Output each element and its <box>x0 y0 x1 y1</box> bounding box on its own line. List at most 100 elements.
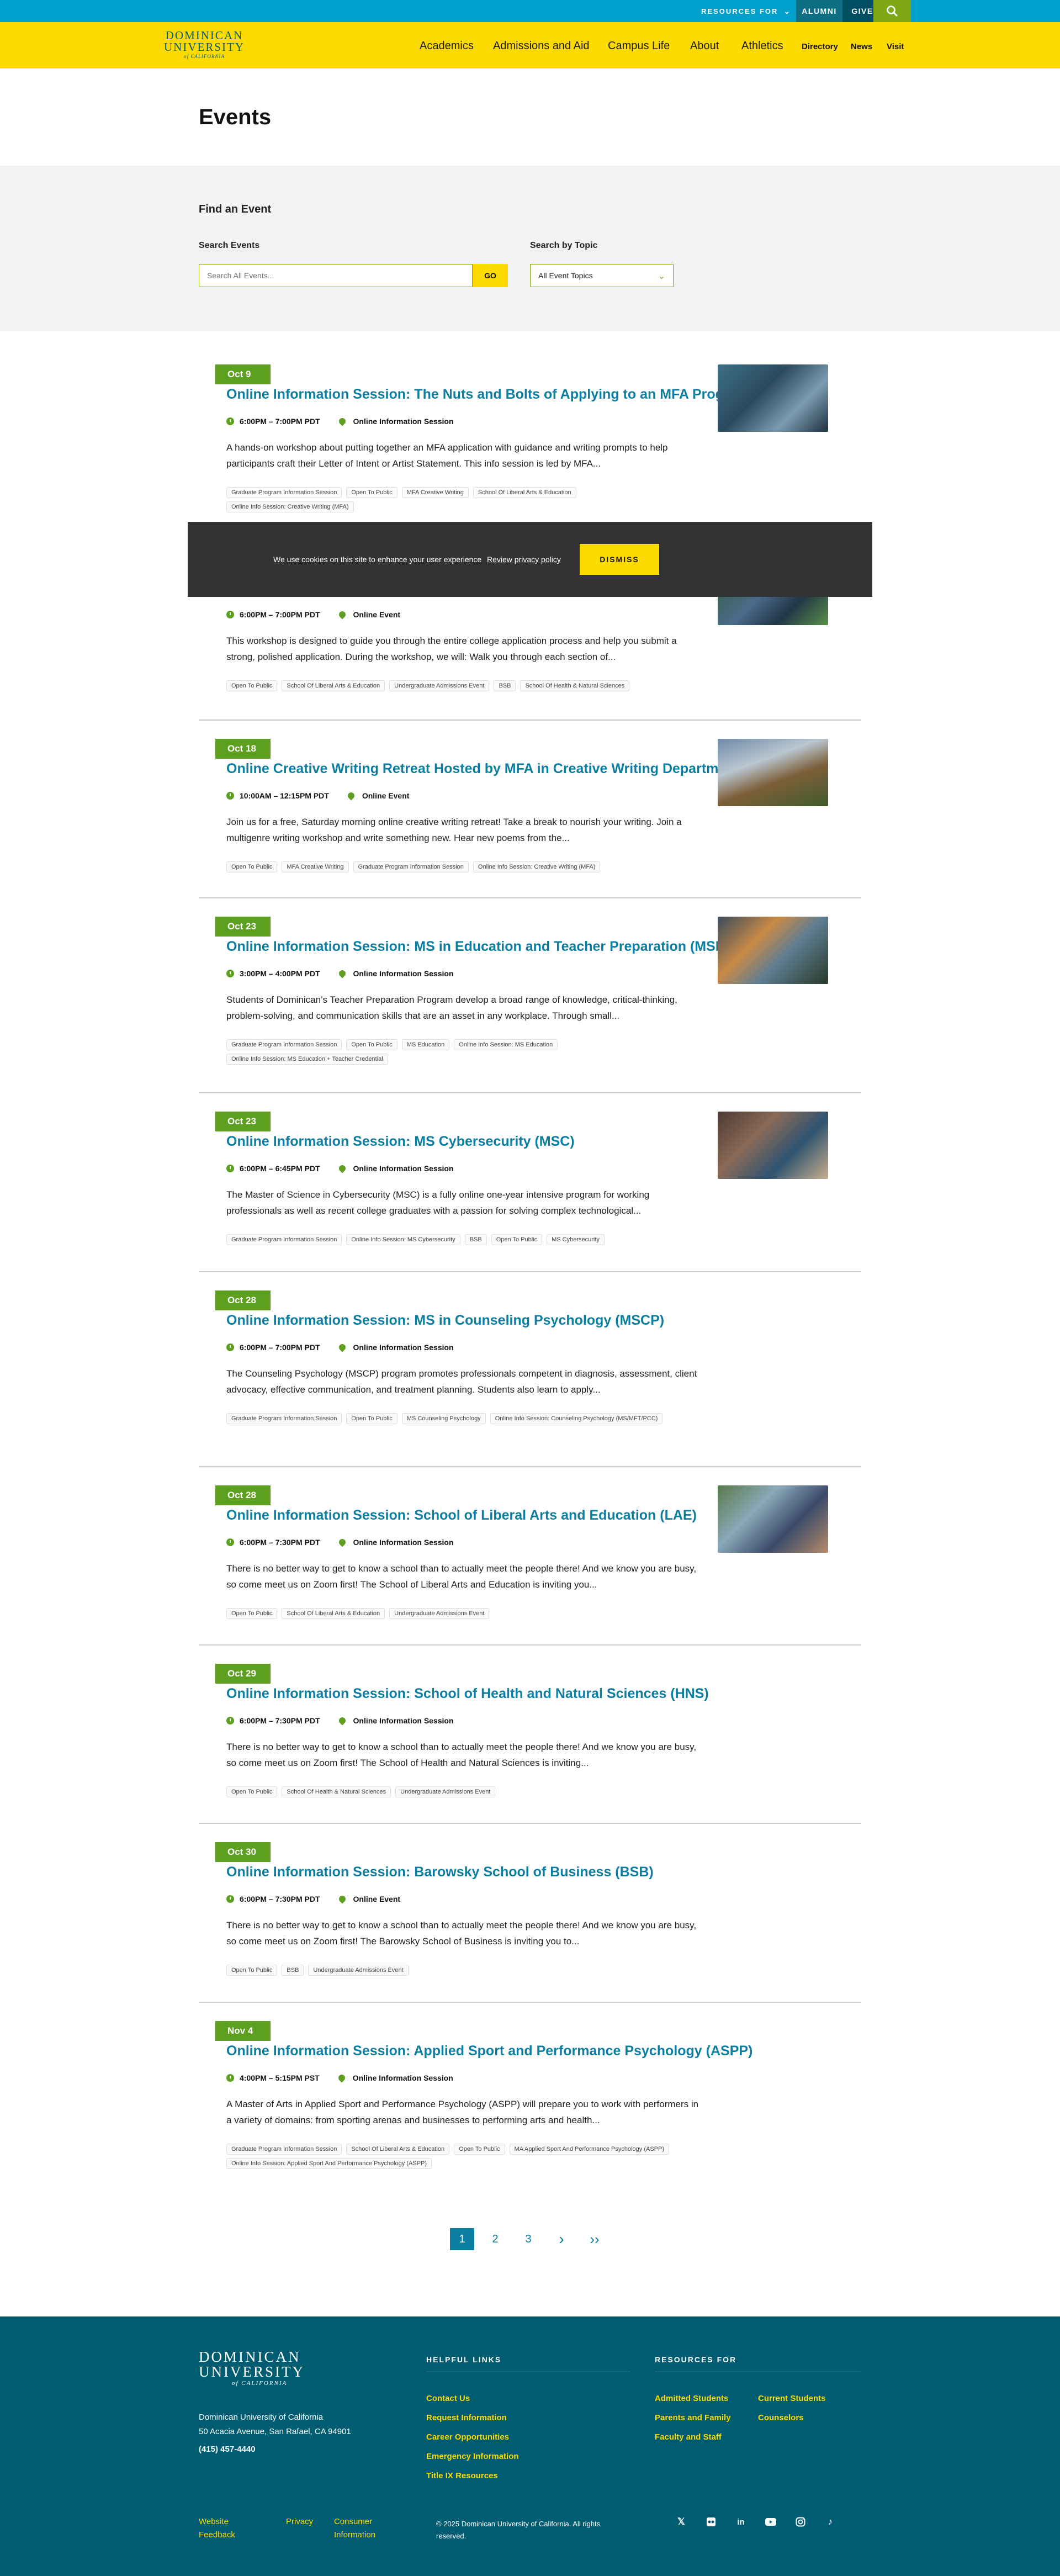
go-button[interactable]: GO <box>473 264 508 287</box>
nav-directory[interactable]: Directory <box>802 42 838 51</box>
event-tag[interactable]: Undergraduate Admissions Event <box>395 1786 496 1797</box>
event-tag[interactable]: Online Info Session: MS Cybersecurity <box>346 1234 460 1245</box>
last-page-link[interactable]: ›› <box>582 2228 607 2250</box>
flickr-icon[interactable] <box>704 2515 718 2529</box>
page-3-link[interactable]: 3 <box>516 2228 540 2250</box>
event-tag[interactable]: School Of Liberal Arts & Education <box>282 1608 385 1619</box>
dismiss-button[interactable]: DISMISS <box>580 544 659 575</box>
resources-for-dropdown[interactable]: RESOURCES FOR ⌄ <box>701 0 791 22</box>
event-tag[interactable]: Open To Public <box>346 1413 398 1424</box>
event-thumbnail-image[interactable] <box>718 1112 828 1179</box>
linkedin-icon[interactable]: in <box>734 2515 748 2529</box>
footer-phone[interactable]: (415) 457-4440 <box>199 2445 256 2454</box>
nav-athletics[interactable]: Athletics <box>741 40 783 52</box>
page-1-link[interactable]: 1 <box>450 2228 474 2250</box>
event-tag[interactable]: School Of Liberal Arts & Education <box>473 487 576 498</box>
event-tag[interactable]: Undergraduate Admissions Event <box>389 680 490 691</box>
event-title-link[interactable]: Online Information Session: The Nuts and… <box>226 387 749 403</box>
nav-admissions[interactable]: Admissions and Aid <box>493 40 590 52</box>
event-tag[interactable]: MS Cybersecurity <box>547 1234 605 1245</box>
alumni-link[interactable]: ALUMNI <box>796 0 842 22</box>
event-tag[interactable]: BSB <box>494 680 516 691</box>
contact-us-link[interactable]: Contact Us <box>426 2394 470 2403</box>
event-title-link[interactable]: Online Information Session: Applied Spor… <box>226 2043 752 2059</box>
event-tag[interactable]: Open To Public <box>226 1786 278 1797</box>
event-tag[interactable]: Open To Public <box>491 1234 543 1245</box>
nav-campus-life[interactable]: Campus Life <box>608 40 670 52</box>
nav-news[interactable]: News <box>851 42 872 51</box>
event-tag[interactable]: Online Info Session: MS Education + Teac… <box>226 1054 388 1065</box>
event-thumbnail-image[interactable] <box>718 917 828 984</box>
event-title-link[interactable]: Online Information Session: MS in Educat… <box>226 939 739 955</box>
nav-academics[interactable]: Academics <box>420 40 474 52</box>
event-tag[interactable]: Graduate Program Information Session <box>226 487 342 498</box>
event-tag[interactable]: Open To Public <box>226 1965 278 1976</box>
nav-visit[interactable]: Visit <box>887 42 904 51</box>
event-title-link[interactable]: Online Information Session: School of He… <box>226 1686 709 1702</box>
event-tag[interactable]: Graduate Program Information Session <box>226 1413 342 1424</box>
event-tag[interactable]: School Of Health & Natural Sciences <box>282 1786 391 1797</box>
event-tag[interactable]: Graduate Program Information Session <box>226 1234 342 1245</box>
event-tag[interactable]: BSB <box>282 1965 304 1976</box>
event-title-link[interactable]: Online Information Session: School of Li… <box>226 1507 697 1524</box>
faculty-staff-link[interactable]: Faculty and Staff <box>655 2432 722 2442</box>
event-tag[interactable]: Online Info Session: Applied Sport And P… <box>226 2158 432 2169</box>
event-title-link[interactable]: Online Information Session: MS in Counse… <box>226 1313 664 1329</box>
current-students-link[interactable]: Current Students <box>758 2394 826 2403</box>
consumer-information-link[interactable]: Consumer Information <box>334 2515 384 2542</box>
event-tag[interactable]: BSB <box>464 1234 487 1245</box>
search-button[interactable] <box>873 0 911 22</box>
event-tag[interactable]: Online Info Session: Counseling Psycholo… <box>490 1413 663 1424</box>
event-tag[interactable]: Open To Public <box>346 487 398 498</box>
event-tag[interactable]: Open To Public <box>226 680 278 691</box>
event-thumbnail-image[interactable] <box>718 739 828 806</box>
next-page-link[interactable]: › <box>549 2228 574 2250</box>
career-opportunities-link[interactable]: Career Opportunities <box>426 2432 509 2442</box>
event-tag[interactable]: School Of Liberal Arts & Education <box>282 680 385 691</box>
event-tag[interactable]: Online Info Session: Creative Writing (M… <box>226 501 354 512</box>
event-tag[interactable]: Graduate Program Information Session <box>226 2144 342 2155</box>
event-tag[interactable]: MA Applied Sport And Performance Psychol… <box>509 2144 670 2155</box>
youtube-icon[interactable] <box>764 2515 777 2529</box>
counselors-link[interactable]: Counselors <box>758 2413 804 2422</box>
event-tag[interactable]: Graduate Program Information Session <box>353 861 469 872</box>
privacy-link[interactable]: Privacy <box>286 2515 313 2529</box>
event-thumbnail-image[interactable] <box>718 1485 828 1553</box>
event-title-link[interactable]: Online Information Session: MS Cybersecu… <box>226 1134 575 1150</box>
website-feedback-link[interactable]: Website Feedback <box>199 2515 254 2542</box>
event-tag[interactable]: School Of Health & Natural Sciences <box>520 680 630 691</box>
topic-select[interactable]: All Event Topics ⌄ <box>530 264 674 287</box>
nav-about[interactable]: About <box>690 40 719 52</box>
event-title-link[interactable]: Online Creative Writing Retreat Hosted b… <box>226 761 739 777</box>
admitted-students-link[interactable]: Admitted Students <box>655 2394 728 2403</box>
university-logo[interactable]: DOMINICAN UNIVERSITY of CALIFORNIA <box>160 30 248 59</box>
event-tag[interactable]: MFA Creative Writing <box>401 487 469 498</box>
tiktok-icon[interactable]: ♪ <box>824 2515 837 2529</box>
emergency-information-link[interactable]: Emergency Information <box>426 2452 519 2461</box>
event-tag[interactable]: Undergraduate Admissions Event <box>308 1965 409 1976</box>
x-icon[interactable]: 𝕏 <box>675 2515 688 2529</box>
parents-family-link[interactable]: Parents and Family <box>655 2413 731 2422</box>
event-title-link[interactable]: Online Information Session: Barowsky Sch… <box>226 1864 654 1880</box>
event-tag[interactable]: Open To Public <box>346 1039 398 1050</box>
privacy-policy-link[interactable]: Review privacy policy <box>487 555 561 564</box>
search-events-input[interactable] <box>199 264 473 287</box>
event-tag[interactable]: Graduate Program Information Session <box>226 1039 342 1050</box>
logo-line-1: DOMINICAN <box>165 29 243 42</box>
event-tag[interactable]: School Of Liberal Arts & Education <box>346 2144 450 2155</box>
event-tag[interactable]: Online Info Session: MS Education <box>454 1039 558 1050</box>
event-tag[interactable]: Open To Public <box>226 861 278 872</box>
event-tag[interactable]: MFA Creative Writing <box>282 861 349 872</box>
footer-logo[interactable]: DOMINICAN UNIVERSITY of CALIFORNIA <box>199 2350 305 2387</box>
event-tag[interactable]: Undergraduate Admissions Event <box>389 1608 490 1619</box>
event-thumbnail-image[interactable] <box>718 364 828 432</box>
page-2-link[interactable]: 2 <box>483 2228 507 2250</box>
event-tag[interactable]: Open To Public <box>226 1608 278 1619</box>
instagram-icon[interactable] <box>794 2515 807 2529</box>
event-tag[interactable]: Online Info Session: Creative Writing (M… <box>473 861 601 872</box>
title-ix-link[interactable]: Title IX Resources <box>426 2471 498 2480</box>
event-tag[interactable]: MS Education <box>401 1039 450 1050</box>
event-tag[interactable]: MS Counseling Psychology <box>401 1413 486 1424</box>
request-information-link[interactable]: Request Information <box>426 2413 507 2422</box>
event-tag[interactable]: Open To Public <box>454 2144 505 2155</box>
